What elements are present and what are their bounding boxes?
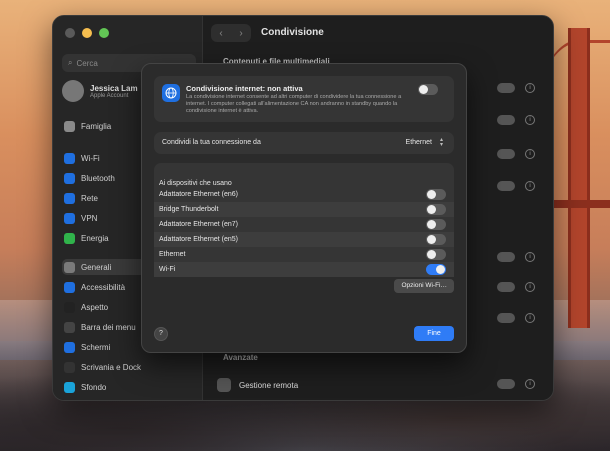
device-toggle[interactable] xyxy=(426,249,446,260)
remote-management-toggle[interactable] xyxy=(497,379,515,389)
row-toggle[interactable] xyxy=(497,83,515,93)
sidebar-item-label: Generali xyxy=(81,262,112,272)
forward-icon[interactable]: › xyxy=(239,28,242,39)
sidebar-item-label: Bluetooth xyxy=(81,173,115,183)
sidebar-item-label: Schermi xyxy=(81,342,111,352)
sidebar-item-siri[interactable]: Siri xyxy=(62,399,196,400)
device-row: Ethernet xyxy=(154,247,454,262)
nav-buttons: ‹ › xyxy=(211,24,251,42)
row-toggle[interactable] xyxy=(497,181,515,191)
device-toggle[interactable] xyxy=(426,234,446,245)
window-controls xyxy=(65,28,109,38)
info-icon[interactable]: i xyxy=(525,181,535,191)
wallpaper-icon xyxy=(64,381,75,393)
share-from-value[interactable]: Ethernet xyxy=(406,139,432,146)
sharing-header-card: Condivisione internet: non attiva La con… xyxy=(154,76,454,122)
sidebar-item-scrivania-e-dock[interactable]: Scrivania e Dock xyxy=(62,359,196,375)
sidebar-item-label: Wi-Fi xyxy=(81,153,100,163)
share-from-label: Condividi la tua connessione da xyxy=(162,139,261,146)
info-icon[interactable]: i xyxy=(525,115,535,125)
sharing-description: La condivisione internet consente ad alt… xyxy=(186,94,402,115)
device-label: Wi-Fi xyxy=(159,266,176,273)
page-title: Condivisione xyxy=(261,27,324,38)
minimize-button[interactable] xyxy=(82,28,92,38)
section-advanced-header: Avanzate xyxy=(223,353,258,362)
chevron-updown-icon[interactable]: ▴ ▾ xyxy=(437,137,446,148)
sharing-title: Condivisione internet: non attiva xyxy=(186,84,303,93)
device-label: Ethernet xyxy=(159,251,186,258)
device-label: Adattatore Ethernet (en7) xyxy=(159,221,238,228)
device-row: Bridge Thunderbolt xyxy=(154,202,454,217)
row-toggle[interactable] xyxy=(497,313,515,323)
info-icon[interactable]: i xyxy=(525,313,535,323)
globe-icon xyxy=(162,84,180,102)
account-name: Jessica Lam xyxy=(90,83,138,93)
sidebar-item-label: Barra dei menu xyxy=(81,322,136,332)
account-subtitle: Apple Account xyxy=(90,92,129,99)
appearance-icon xyxy=(64,301,75,313)
device-label: Bridge Thunderbolt xyxy=(159,206,219,213)
device-row: Adattatore Ethernet (en7) xyxy=(154,217,454,232)
accessibility-icon xyxy=(64,281,75,293)
sidebar-item-label: Scrivania e Dock xyxy=(81,362,142,372)
gear-icon xyxy=(64,261,75,273)
sidebar-item-label: Sfondo xyxy=(81,382,107,392)
sidebar-item-label: Energia xyxy=(81,233,109,243)
devices-card: Ai dispositivi che usano Adattatore Ethe… xyxy=(154,163,454,277)
row-toggle[interactable] xyxy=(497,282,515,292)
search-placeholder: Cerca xyxy=(76,58,98,68)
device-label: Adattatore Ethernet (en5) xyxy=(159,236,238,243)
device-label: Adattatore Ethernet (en6) xyxy=(159,191,238,198)
device-row: Adattatore Ethernet (en6) xyxy=(154,187,454,202)
sidebar-item-label: Accessibilità xyxy=(81,282,126,292)
sidebar-item-label: Rete xyxy=(81,193,98,203)
info-icon[interactable]: i xyxy=(525,282,535,292)
sidebar-item-label: Aspetto xyxy=(81,302,109,312)
device-toggle[interactable] xyxy=(426,219,446,230)
info-icon[interactable]: i xyxy=(525,83,535,93)
row-toggle[interactable] xyxy=(497,115,515,125)
sidebar-item-label: Famiglia xyxy=(81,121,112,131)
avatar xyxy=(62,80,84,102)
devices-header: Ai dispositivi che usano xyxy=(159,180,232,187)
info-icon[interactable]: i xyxy=(525,379,535,389)
menubar-icon xyxy=(64,321,75,333)
internet-sharing-toggle[interactable] xyxy=(418,84,438,95)
device-row: Wi-Fi xyxy=(154,262,454,277)
help-button[interactable]: ? xyxy=(154,327,168,341)
search-icon: ⌕ xyxy=(68,58,73,67)
device-toggle[interactable] xyxy=(426,189,446,200)
remote-management-icon xyxy=(217,378,231,392)
wifi-options-button[interactable]: Opzioni Wi-Fi… xyxy=(394,279,454,293)
internet-sharing-sheet: Condivisione internet: non attiva La con… xyxy=(141,63,467,353)
device-toggle[interactable] xyxy=(426,204,446,215)
back-icon[interactable]: ‹ xyxy=(219,28,222,39)
share-from-row[interactable]: Condividi la tua connessione da Ethernet… xyxy=(154,132,454,154)
sidebar-item-label: VPN xyxy=(81,213,98,223)
done-button[interactable]: Fine xyxy=(414,326,454,341)
dock-icon xyxy=(64,361,75,373)
remote-management-row[interactable]: Gestione remota xyxy=(217,374,543,396)
row-toggle[interactable] xyxy=(497,252,515,262)
device-toggle[interactable] xyxy=(426,264,446,275)
bluetooth-icon xyxy=(64,172,75,184)
info-icon[interactable]: i xyxy=(525,149,535,159)
account-item[interactable]: Jessica Lam Apple Account xyxy=(62,80,138,102)
display-icon xyxy=(64,341,75,353)
wifi-icon xyxy=(64,152,75,164)
info-icon[interactable]: i xyxy=(525,252,535,262)
remote-management-label: Gestione remota xyxy=(239,380,299,390)
bridge-tower xyxy=(568,28,590,328)
vpn-icon xyxy=(64,212,75,224)
battery-icon xyxy=(64,232,75,244)
globe-icon xyxy=(64,192,75,204)
maximize-button[interactable] xyxy=(99,28,109,38)
sidebar-item-sfondo[interactable]: Sfondo xyxy=(62,379,196,395)
close-button[interactable] xyxy=(65,28,75,38)
device-row: Adattatore Ethernet (en5) xyxy=(154,232,454,247)
row-toggle[interactable] xyxy=(497,149,515,159)
family-icon xyxy=(64,120,75,132)
